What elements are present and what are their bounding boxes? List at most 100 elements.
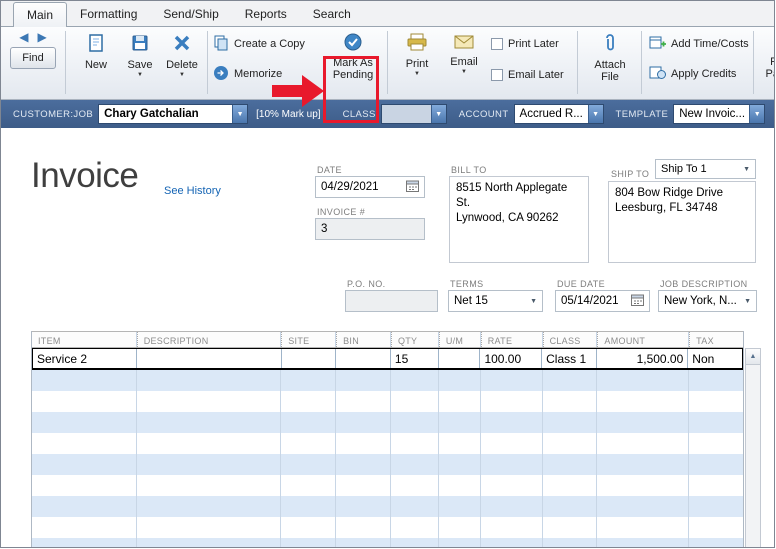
invoice-number-field[interactable]: 3 <box>315 218 425 240</box>
empty-cell[interactable] <box>689 517 743 538</box>
class-dropdown[interactable]: ▼ <box>380 104 447 124</box>
customer-job-dropdown[interactable]: Chary Gatchalian ▼ <box>98 104 249 124</box>
empty-cell[interactable] <box>336 475 391 496</box>
save-button[interactable]: Save ▼ <box>121 33 159 78</box>
empty-cell[interactable] <box>281 412 337 433</box>
empty-cell[interactable] <box>439 538 481 547</box>
empty-cell[interactable] <box>481 433 543 454</box>
scrollbar-up-icon[interactable]: ▲ <box>746 349 760 365</box>
empty-cell[interactable] <box>391 475 439 496</box>
rate-cell[interactable]: 100.00 <box>480 349 543 368</box>
empty-cell[interactable] <box>32 538 137 547</box>
calendar-icon[interactable] <box>406 180 419 195</box>
chevron-down-icon[interactable]: ▼ <box>137 72 143 78</box>
empty-cell[interactable] <box>281 391 337 412</box>
table-row[interactable] <box>32 433 743 454</box>
empty-cell[interactable] <box>281 517 337 538</box>
empty-cell[interactable] <box>32 433 137 454</box>
amount-cell[interactable]: 1,500.00 <box>597 349 689 368</box>
empty-cell[interactable] <box>597 475 690 496</box>
empty-cell[interactable] <box>689 454 743 475</box>
table-row[interactable] <box>32 475 743 496</box>
add-time-costs-button[interactable]: Add Time/Costs <box>649 35 749 53</box>
empty-cell[interactable] <box>481 517 543 538</box>
back-arrow-icon[interactable]: ◀ <box>19 30 28 44</box>
empty-cell[interactable] <box>281 433 337 454</box>
receive-payments-button[interactable]: Receive Payments <box>759 33 774 81</box>
empty-cell[interactable] <box>391 370 439 391</box>
calendar-icon[interactable] <box>631 294 644 309</box>
empty-cell[interactable] <box>543 412 598 433</box>
empty-cell[interactable] <box>689 412 743 433</box>
terms-dropdown[interactable]: Net 15 ▼ <box>448 290 543 312</box>
empty-cell[interactable] <box>32 517 137 538</box>
site-cell[interactable] <box>282 349 337 368</box>
empty-cell[interactable] <box>336 496 391 517</box>
empty-cell[interactable] <box>689 496 743 517</box>
delete-button[interactable]: Delete ▼ <box>161 33 203 78</box>
empty-cell[interactable] <box>281 370 337 391</box>
empty-cell[interactable] <box>32 496 137 517</box>
empty-cell[interactable] <box>543 391 598 412</box>
date-field[interactable]: 04/29/2021 <box>315 176 425 198</box>
empty-cell[interactable] <box>32 454 137 475</box>
empty-cell[interactable] <box>597 538 690 547</box>
see-history-link[interactable]: See History <box>164 185 221 197</box>
mark-as-pending-button[interactable]: Mark As Pending <box>328 33 378 82</box>
tab-search[interactable]: Search <box>300 2 364 26</box>
empty-cell[interactable] <box>481 475 543 496</box>
empty-cell[interactable] <box>391 412 439 433</box>
empty-cell[interactable] <box>391 496 439 517</box>
empty-cell[interactable] <box>137 391 282 412</box>
chevron-down-icon[interactable]: ▼ <box>744 298 751 305</box>
empty-cell[interactable] <box>32 370 137 391</box>
chevron-down-icon[interactable]: ▼ <box>179 72 185 78</box>
class-cell[interactable]: Class 1 <box>542 349 597 368</box>
template-dropdown[interactable]: New Invoic... ▼ <box>673 104 766 124</box>
chevron-down-icon[interactable]: ▼ <box>232 105 248 123</box>
empty-cell[interactable] <box>137 412 282 433</box>
empty-cell[interactable] <box>439 517 481 538</box>
empty-cell[interactable] <box>689 475 743 496</box>
empty-cell[interactable] <box>689 538 743 547</box>
empty-cell[interactable] <box>597 391 690 412</box>
empty-cell[interactable] <box>597 517 690 538</box>
empty-cell[interactable] <box>281 475 337 496</box>
empty-cell[interactable] <box>391 454 439 475</box>
empty-cell[interactable] <box>439 370 481 391</box>
empty-cell[interactable] <box>391 517 439 538</box>
table-row[interactable] <box>32 391 743 412</box>
empty-cell[interactable] <box>481 538 543 547</box>
tab-formatting[interactable]: Formatting <box>67 2 150 26</box>
empty-cell[interactable] <box>336 370 391 391</box>
new-button[interactable]: New <box>77 33 115 71</box>
empty-cell[interactable] <box>336 391 391 412</box>
due-date-field[interactable]: 05/14/2021 <box>555 290 650 312</box>
chevron-down-icon[interactable]: ▼ <box>461 69 467 75</box>
chevron-down-icon[interactable]: ▼ <box>430 105 446 123</box>
empty-cell[interactable] <box>689 370 743 391</box>
empty-cell[interactable] <box>481 496 543 517</box>
empty-cell[interactable] <box>336 538 391 547</box>
empty-cell[interactable] <box>543 370 598 391</box>
empty-cell[interactable] <box>439 496 481 517</box>
empty-cell[interactable] <box>336 433 391 454</box>
email-button[interactable]: Email ▼ <box>444 35 484 75</box>
table-row[interactable] <box>32 496 743 517</box>
table-scrollbar[interactable]: ▲ <box>745 348 761 547</box>
empty-cell[interactable] <box>543 454 598 475</box>
table-row[interactable] <box>32 370 743 391</box>
po-number-field[interactable] <box>345 290 438 312</box>
tab-main[interactable]: Main <box>13 2 68 27</box>
print-later-checkbox[interactable] <box>491 38 503 50</box>
ship-to-box[interactable]: 804 Bow Ridge Drive Leesburg, FL 34748 <box>608 181 756 263</box>
empty-cell[interactable] <box>32 412 137 433</box>
table-row[interactable] <box>32 538 743 547</box>
empty-cell[interactable] <box>281 538 337 547</box>
empty-cell[interactable] <box>137 433 282 454</box>
empty-cell[interactable] <box>689 433 743 454</box>
empty-cell[interactable] <box>481 454 543 475</box>
empty-cell[interactable] <box>543 538 598 547</box>
empty-cell[interactable] <box>137 496 282 517</box>
empty-cell[interactable] <box>597 370 690 391</box>
